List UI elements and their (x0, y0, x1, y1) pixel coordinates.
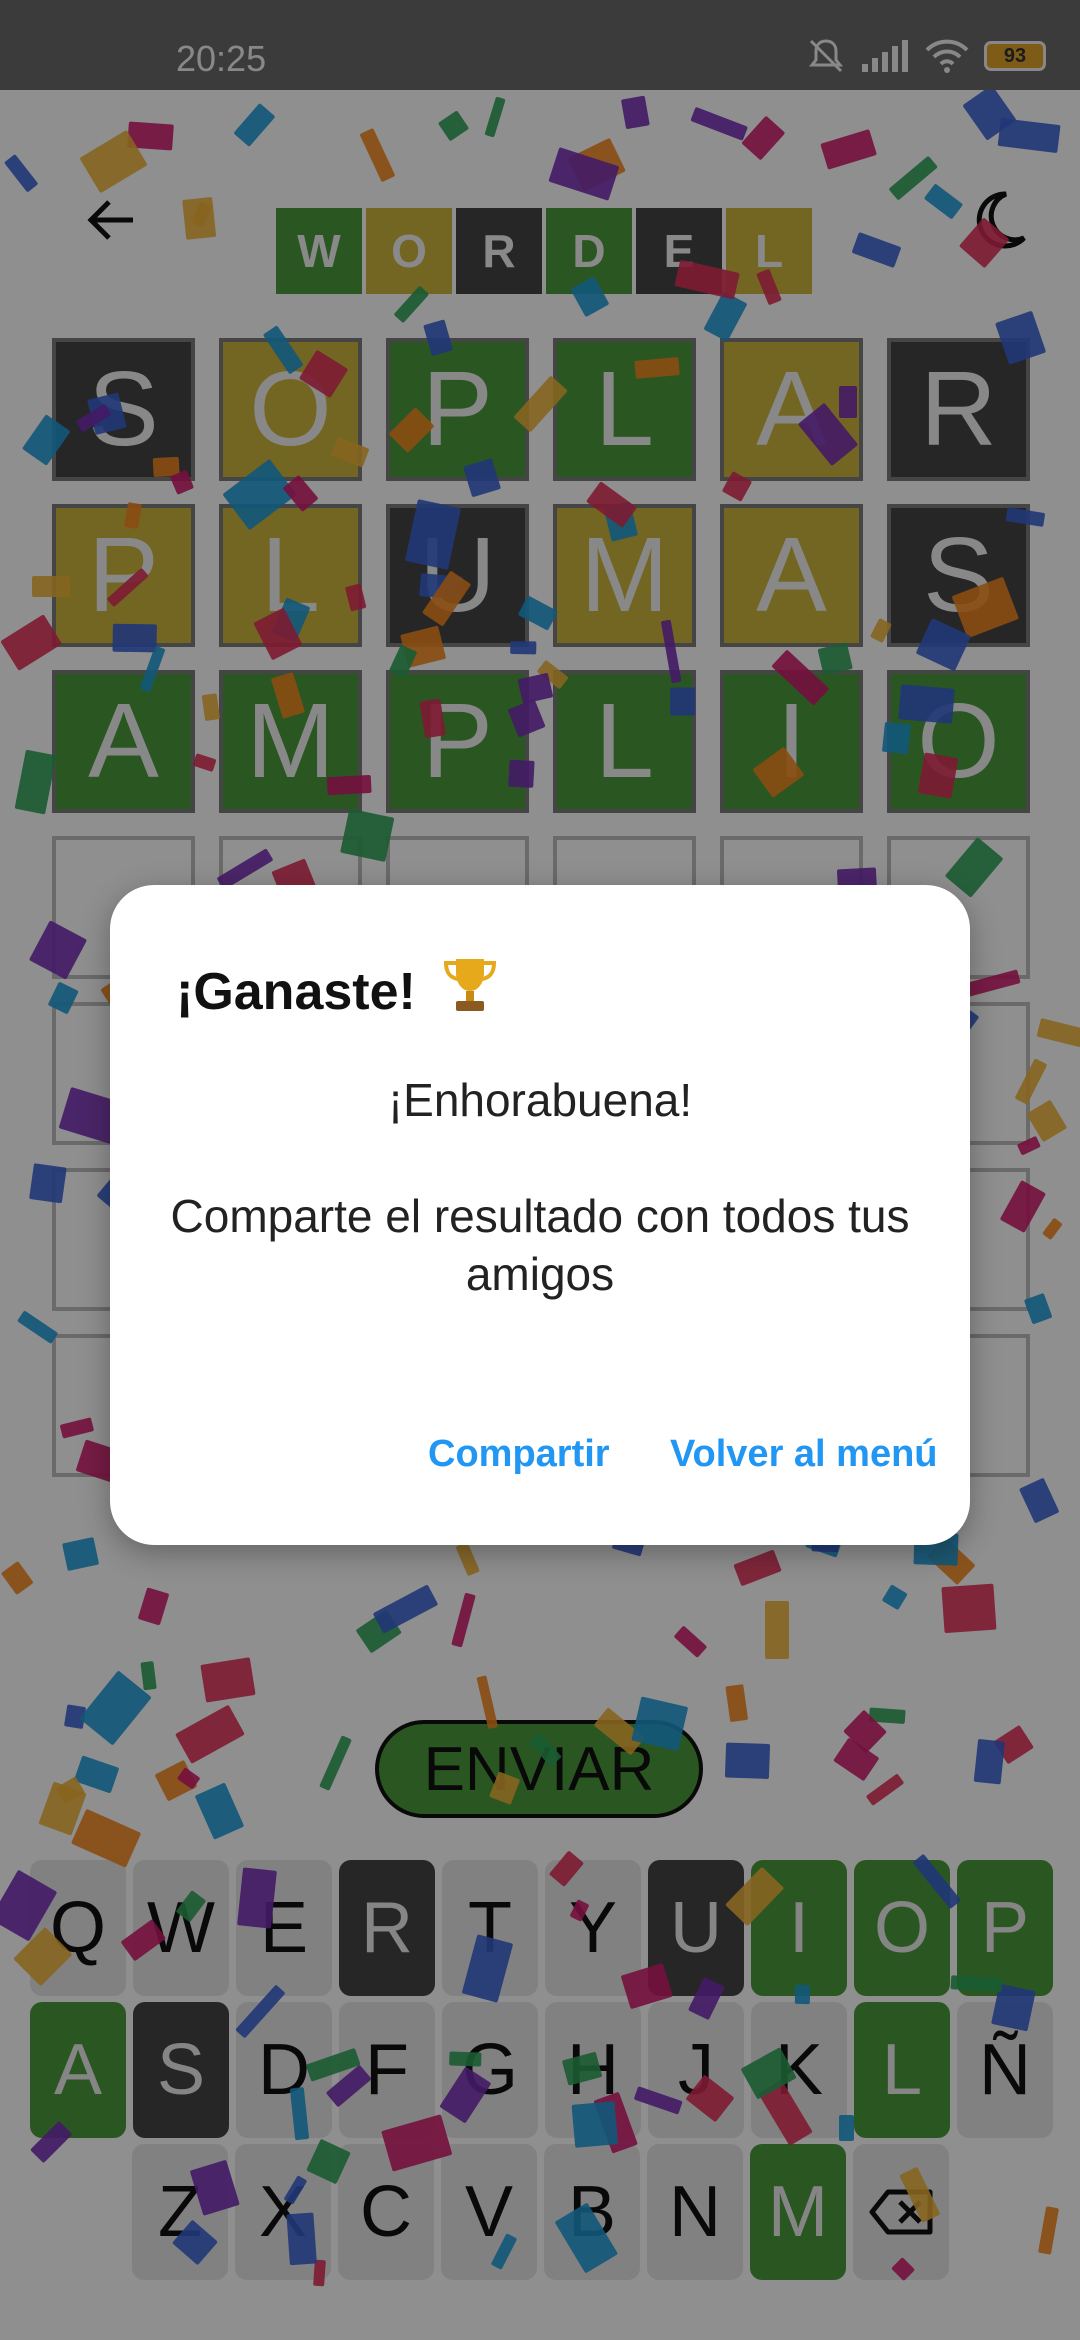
dialog-message-congrats: ¡Enhorabuena! (387, 1074, 693, 1126)
trophy-icon (444, 959, 497, 1011)
dialog-message-share: Comparte el resultado con todos tus amig… (170, 1190, 910, 1300)
dialog-title-text: ¡Ganaste! (176, 963, 416, 1021)
back-to-menu-button[interactable]: Volver al menú (670, 1433, 938, 1476)
share-button[interactable]: Compartir (428, 1433, 610, 1476)
win-dialog: ¡Ganaste! ¡Enhorabuena! Comparte el resu… (110, 885, 970, 1545)
dialog-title: ¡Ganaste! (176, 955, 498, 1022)
